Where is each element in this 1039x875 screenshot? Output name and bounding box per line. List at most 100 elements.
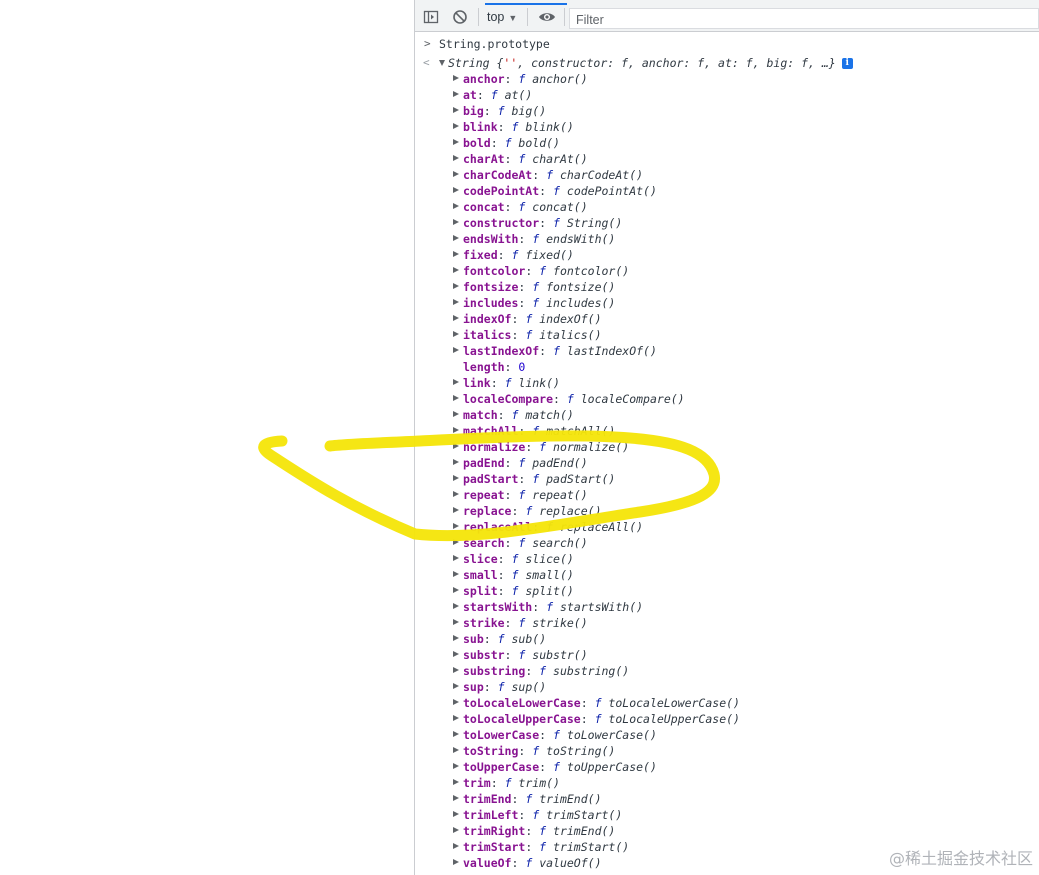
expand-triangle-icon[interactable]: [453, 267, 459, 273]
expand-triangle-icon[interactable]: [453, 475, 459, 481]
property-row[interactable]: constructor: f String(): [415, 215, 1039, 231]
expand-triangle-icon[interactable]: [453, 779, 459, 785]
expand-triangle-icon[interactable]: [439, 59, 445, 66]
expand-triangle-icon[interactable]: [453, 251, 459, 257]
expand-triangle-icon[interactable]: [453, 699, 459, 705]
expand-triangle-icon[interactable]: [453, 315, 459, 321]
expand-triangle-icon[interactable]: [453, 219, 459, 225]
property-row[interactable]: bold: f bold(): [415, 135, 1039, 151]
expand-triangle-icon[interactable]: [453, 491, 459, 497]
expand-triangle-icon[interactable]: [453, 827, 459, 833]
property-row[interactable]: includes: f includes(): [415, 295, 1039, 311]
property-row[interactable]: search: f search(): [415, 535, 1039, 551]
expand-triangle-icon[interactable]: [453, 859, 459, 865]
property-row[interactable]: sup: f sup(): [415, 679, 1039, 695]
sidebar-toggle-icon[interactable]: [423, 9, 439, 25]
expand-triangle-icon[interactable]: [453, 283, 459, 289]
expand-triangle-icon[interactable]: [453, 331, 459, 337]
expand-triangle-icon[interactable]: [453, 443, 459, 449]
info-icon[interactable]: i: [841, 58, 853, 69]
expand-triangle-icon[interactable]: [453, 795, 459, 801]
context-selector[interactable]: top ▼: [487, 8, 517, 26]
property-row[interactable]: trim: f trim(): [415, 775, 1039, 791]
property-row[interactable]: big: f big(): [415, 103, 1039, 119]
expand-triangle-icon[interactable]: [453, 107, 459, 113]
result-summary[interactable]: String {'', constructor: f, anchor: f, a…: [439, 55, 853, 71]
expand-triangle-icon[interactable]: [453, 667, 459, 673]
property-row[interactable]: replaceAll: f replaceAll(): [415, 519, 1039, 535]
expand-triangle-icon[interactable]: [453, 683, 459, 689]
expand-triangle-icon[interactable]: [453, 587, 459, 593]
expand-triangle-icon[interactable]: [453, 619, 459, 625]
property-row[interactable]: charCodeAt: f charCodeAt(): [415, 167, 1039, 183]
property-row[interactable]: startsWith: f startsWith(): [415, 599, 1039, 615]
expand-triangle-icon[interactable]: [453, 395, 459, 401]
property-row[interactable]: blink: f blink(): [415, 119, 1039, 135]
property-row[interactable]: substring: f substring(): [415, 663, 1039, 679]
expand-triangle-icon[interactable]: [453, 427, 459, 433]
property-row[interactable]: matchAll: f matchAll(): [415, 423, 1039, 439]
expand-triangle-icon[interactable]: [453, 139, 459, 145]
property-row[interactable]: fixed: f fixed(): [415, 247, 1039, 263]
property-row[interactable]: split: f split(): [415, 583, 1039, 599]
filter-input[interactable]: [570, 10, 1038, 30]
property-row[interactable]: toLocaleLowerCase: f toLocaleLowerCase(): [415, 695, 1039, 711]
property-row[interactable]: trimEnd: f trimEnd(): [415, 791, 1039, 807]
property-row[interactable]: repeat: f repeat(): [415, 487, 1039, 503]
expand-triangle-icon[interactable]: [453, 91, 459, 97]
property-row[interactable]: strike: f strike(): [415, 615, 1039, 631]
expand-triangle-icon[interactable]: [453, 203, 459, 209]
expand-triangle-icon[interactable]: [453, 763, 459, 769]
expand-triangle-icon[interactable]: [453, 651, 459, 657]
expand-triangle-icon[interactable]: [453, 811, 459, 817]
expand-triangle-icon[interactable]: [453, 411, 459, 417]
property-row[interactable]: slice: f slice(): [415, 551, 1039, 567]
expand-triangle-icon[interactable]: [453, 235, 459, 241]
property-row[interactable]: small: f small(): [415, 567, 1039, 583]
property-row[interactable]: padEnd: f padEnd(): [415, 455, 1039, 471]
property-row[interactable]: toUpperCase: f toUpperCase(): [415, 759, 1039, 775]
property-row[interactable]: replace: f replace(): [415, 503, 1039, 519]
property-row[interactable]: endsWith: f endsWith(): [415, 231, 1039, 247]
property-row[interactable]: concat: f concat(): [415, 199, 1039, 215]
property-row[interactable]: italics: f italics(): [415, 327, 1039, 343]
property-row[interactable]: toLowerCase: f toLowerCase(): [415, 727, 1039, 743]
property-row[interactable]: padStart: f padStart(): [415, 471, 1039, 487]
property-row[interactable]: anchor: f anchor(): [415, 71, 1039, 87]
expand-triangle-icon[interactable]: [453, 715, 459, 721]
expand-triangle-icon[interactable]: [453, 459, 459, 465]
property-row[interactable]: trimLeft: f trimStart(): [415, 807, 1039, 823]
filter-field[interactable]: [569, 8, 1039, 30]
expand-triangle-icon[interactable]: [453, 123, 459, 129]
property-row[interactable]: link: f link(): [415, 375, 1039, 391]
property-row[interactable]: localeCompare: f localeCompare(): [415, 391, 1039, 407]
expand-triangle-icon[interactable]: [453, 347, 459, 353]
property-row[interactable]: at: f at(): [415, 87, 1039, 103]
expand-triangle-icon[interactable]: [453, 747, 459, 753]
expand-triangle-icon[interactable]: [453, 187, 459, 193]
expand-triangle-icon[interactable]: [453, 523, 459, 529]
property-row[interactable]: toString: f toString(): [415, 743, 1039, 759]
eye-icon[interactable]: [538, 9, 556, 25]
expand-triangle-icon[interactable]: [453, 843, 459, 849]
expand-triangle-icon[interactable]: [453, 731, 459, 737]
expand-triangle-icon[interactable]: [453, 75, 459, 81]
expand-triangle-icon[interactable]: [453, 603, 459, 609]
property-row[interactable]: substr: f substr(): [415, 647, 1039, 663]
property-row[interactable]: sub: f sub(): [415, 631, 1039, 647]
property-row[interactable]: toLocaleUpperCase: f toLocaleUpperCase(): [415, 711, 1039, 727]
property-row[interactable]: fontsize: f fontsize(): [415, 279, 1039, 295]
expand-triangle-icon[interactable]: [453, 635, 459, 641]
property-row[interactable]: lastIndexOf: f lastIndexOf(): [415, 343, 1039, 359]
property-row[interactable]: codePointAt: f codePointAt(): [415, 183, 1039, 199]
expand-triangle-icon[interactable]: [453, 539, 459, 545]
property-row[interactable]: trimRight: f trimEnd(): [415, 823, 1039, 839]
property-row[interactable]: charAt: f charAt(): [415, 151, 1039, 167]
property-row[interactable]: normalize: f normalize(): [415, 439, 1039, 455]
expand-triangle-icon[interactable]: [453, 555, 459, 561]
expand-triangle-icon[interactable]: [453, 155, 459, 161]
expand-triangle-icon[interactable]: [453, 571, 459, 577]
expand-triangle-icon[interactable]: [453, 171, 459, 177]
expand-triangle-icon[interactable]: [453, 379, 459, 385]
property-row[interactable]: match: f match(): [415, 407, 1039, 423]
